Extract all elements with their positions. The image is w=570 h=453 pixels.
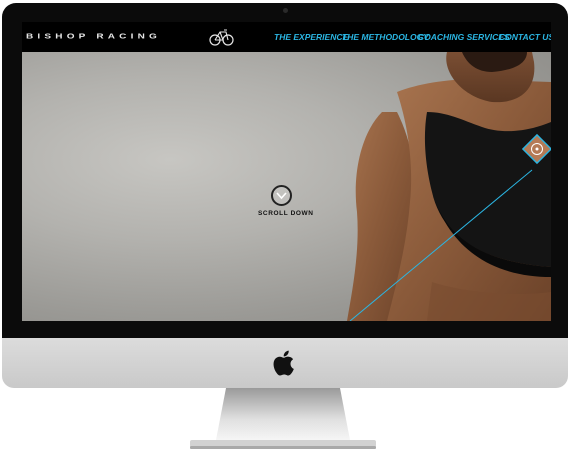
nav-link-contact[interactable]: CONTACT US	[499, 32, 551, 42]
nav-link-experience[interactable]: THE EXPERIENCE	[274, 32, 348, 42]
webcam	[283, 8, 288, 13]
chevron-down-icon	[276, 192, 287, 200]
nav-link-methodology[interactable]: THE METHODOLOGY	[342, 32, 429, 42]
imac-stand	[190, 388, 376, 449]
scroll-down-button[interactable]	[271, 185, 292, 206]
hero-section: SCROLL DOWN	[22, 52, 551, 321]
target-diamond-icon[interactable]	[521, 133, 551, 165]
brand-logo-text[interactable]: BISHOP RACING	[26, 33, 161, 41]
nav-link-coaching-services[interactable]: COACHING SERVICES	[418, 32, 510, 42]
imac-display-frame: BISHOP RACING THE EXPERIENCE THE METHODO…	[2, 3, 568, 338]
scroll-down-label[interactable]: SCROLL DOWN	[258, 210, 314, 217]
apple-logo-icon	[273, 350, 294, 376]
bicycle-icon	[209, 29, 234, 46]
top-navigation: BISHOP RACING THE EXPERIENCE THE METHODO…	[22, 22, 551, 52]
website-screen: BISHOP RACING THE EXPERIENCE THE METHODO…	[22, 22, 551, 321]
